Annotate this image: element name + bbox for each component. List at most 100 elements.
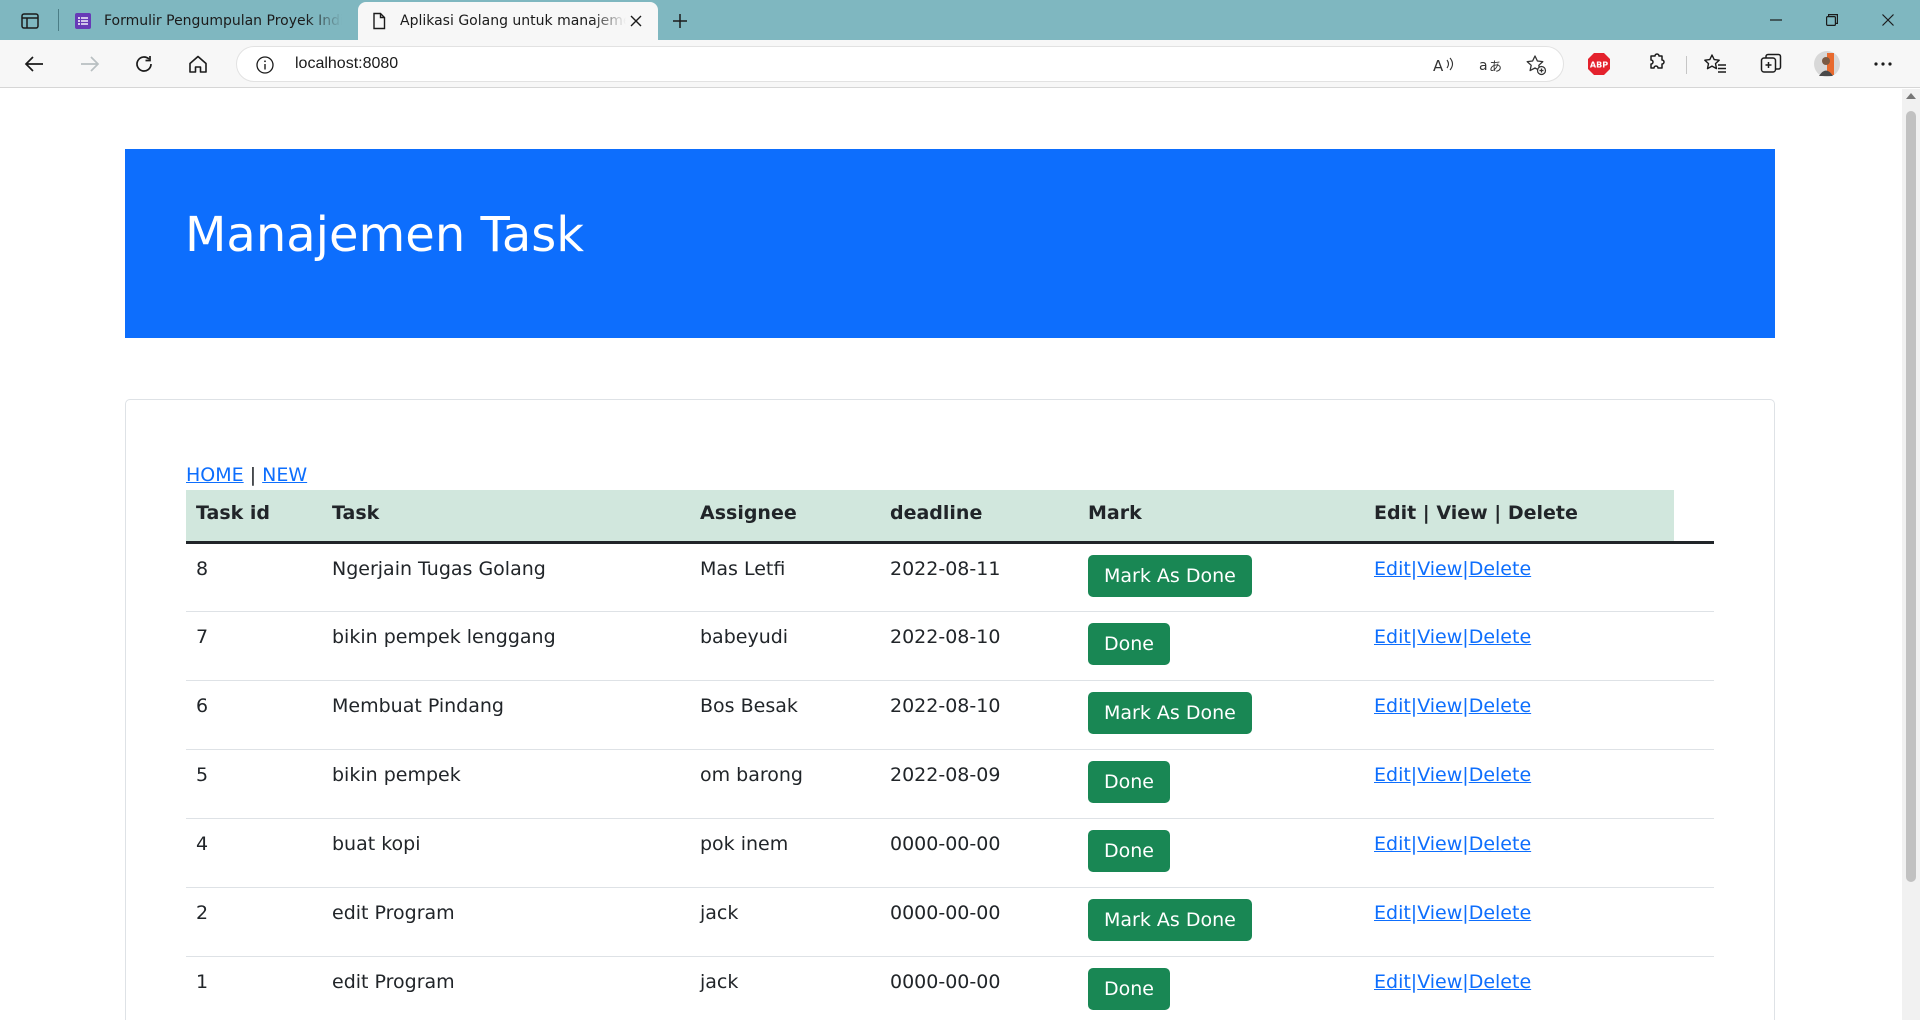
cell-task-id: 8 [186,542,322,612]
close-icon[interactable] [626,11,646,31]
page-title: Manajemen Task [185,207,585,263]
collections-icon[interactable] [1756,50,1786,78]
tab-strip: Formulir Pengumpulan Proyek Individu Apl… [0,0,1920,40]
delete-link[interactable]: Delete [1469,626,1531,648]
edit-link[interactable]: Edit [1374,695,1411,717]
done-button[interactable]: Done [1088,967,1170,1011]
home-link[interactable]: HOME [186,464,244,486]
edit-link[interactable]: Edit [1374,971,1411,993]
window-close-icon[interactable] [1866,6,1910,34]
done-button[interactable]: Done [1088,760,1170,804]
back-icon[interactable] [16,48,52,80]
vertical-scrollbar[interactable] [1902,89,1920,1020]
table-row: 2 edit Program jack 0000-00-00 Mark As Done E… [186,887,1714,957]
header-banner: Manajemen Task [125,149,1775,338]
header-actions: Edit | View | Delete [1364,490,1674,544]
cell-spacer [1674,749,1714,819]
task-card: HOME | NEW Task id Task Assignee deadlin… [125,399,1775,1020]
cell-deadline: 2022-08-11 [880,542,1078,612]
cell-assignee: pok inem [690,818,880,888]
delete-link[interactable]: Delete [1469,833,1531,855]
edit-link[interactable]: Edit [1374,833,1411,855]
delete-link[interactable]: Delete [1469,695,1531,717]
new-link[interactable]: NEW [262,464,307,486]
header-task: Task [322,490,690,544]
tab-aplikasi-golang[interactable]: Aplikasi Golang untuk manajemen task [358,2,658,40]
cell-actions: Edit|View|Delete [1364,749,1674,819]
more-options-icon[interactable] [1868,50,1898,78]
cell-deadline: 2022-08-10 [880,680,1078,750]
restore-icon[interactable] [1810,6,1854,34]
cell-mark: Done [1078,749,1364,819]
done-button[interactable]: Done [1088,622,1170,666]
table-row: 1 edit Program jack 0000-00-00 Done Edit|View… [186,956,1714,1020]
cell-deadline: 0000-00-00 [880,887,1078,957]
tab-formulir[interactable]: Formulir Pengumpulan Proyek Individu [62,2,354,40]
refresh-icon[interactable] [126,48,162,80]
address-bar[interactable]: localhost:8080 A aあ [236,46,1564,82]
info-icon[interactable] [255,55,275,75]
cell-mark: Mark As Done [1078,887,1364,957]
cell-task: bikin pempek lenggang [322,611,690,681]
mark-as-done-button[interactable]: Mark As Done [1088,898,1252,942]
minimize-icon[interactable] [1754,6,1798,34]
cell-spacer [1674,887,1714,957]
view-link[interactable]: View [1417,558,1462,580]
delete-link[interactable]: Delete [1469,558,1531,580]
delete-link[interactable]: Delete [1469,902,1531,924]
home-icon[interactable] [180,48,216,80]
view-link[interactable]: View [1417,902,1462,924]
table-row: 7 bikin pempek lenggang babeyudi 2022-08-10… [186,611,1714,681]
header-task-id: Task id [186,490,322,544]
table-header-row: Task id Task Assignee deadline Mark Edit… [186,490,1714,544]
cell-task-id: 6 [186,680,322,750]
cell-deadline: 0000-00-00 [880,956,1078,1020]
google-forms-icon [74,12,92,30]
view-link[interactable]: View [1417,764,1462,786]
cell-assignee: om barong [690,749,880,819]
cell-deadline: 2022-08-10 [880,611,1078,681]
view-link[interactable]: View [1417,695,1462,717]
cell-task-id: 2 [186,887,322,957]
cell-task-id: 1 [186,956,322,1020]
mark-as-done-button[interactable]: Mark As Done [1088,691,1252,735]
cell-spacer [1674,818,1714,888]
table-row: 5 bikin pempek om barong 2022-08-09 Done Edit… [186,749,1714,819]
translate-icon[interactable]: aあ [1479,54,1501,76]
header-spacer [1674,490,1714,544]
cell-spacer [1674,542,1714,612]
nav-links: HOME | NEW [186,464,307,486]
scrollbar-thumb[interactable] [1906,111,1916,882]
table-row: 4 buat kopi pok inem 0000-00-00 Done Edit|Vie… [186,818,1714,888]
svg-text:ABP: ABP [1590,61,1608,70]
edit-link[interactable]: Edit [1374,558,1411,580]
extensions-icon[interactable] [1640,50,1670,78]
profile-avatar[interactable] [1812,50,1842,78]
cell-task-id: 4 [186,818,322,888]
url-text[interactable]: localhost:8080 [295,55,398,73]
edit-link[interactable]: Edit [1374,626,1411,648]
forward-icon[interactable] [72,48,108,80]
new-tab-icon[interactable] [666,7,694,35]
edit-link[interactable]: Edit [1374,902,1411,924]
cell-spacer [1674,680,1714,750]
favorite-add-icon[interactable] [1525,54,1547,76]
page-viewport: Manajemen Task HOME | NEW Task id Task A… [0,89,1902,1020]
view-link[interactable]: View [1417,971,1462,993]
edit-link[interactable]: Edit [1374,764,1411,786]
cell-actions: Edit|View|Delete [1364,818,1674,888]
delete-link[interactable]: Delete [1469,971,1531,993]
mark-as-done-button[interactable]: Mark As Done [1088,554,1252,598]
table-row: 8 Ngerjain Tugas Golang Mas Letfi 2022-08-1… [186,542,1714,612]
tab-separator [58,9,59,31]
view-link[interactable]: View [1417,626,1462,648]
delete-link[interactable]: Delete [1469,764,1531,786]
tab-actions-icon[interactable] [12,8,48,34]
adblock-plus-icon[interactable]: ABP [1584,50,1614,78]
done-button[interactable]: Done [1088,829,1170,873]
task-table-body: 8 Ngerjain Tugas Golang Mas Letfi 2022-08-1… [186,542,1714,1020]
scroll-up-icon[interactable] [1906,93,1916,99]
read-aloud-icon[interactable]: A [1433,54,1455,76]
view-link[interactable]: View [1417,833,1462,855]
favorites-icon[interactable] [1700,50,1730,78]
